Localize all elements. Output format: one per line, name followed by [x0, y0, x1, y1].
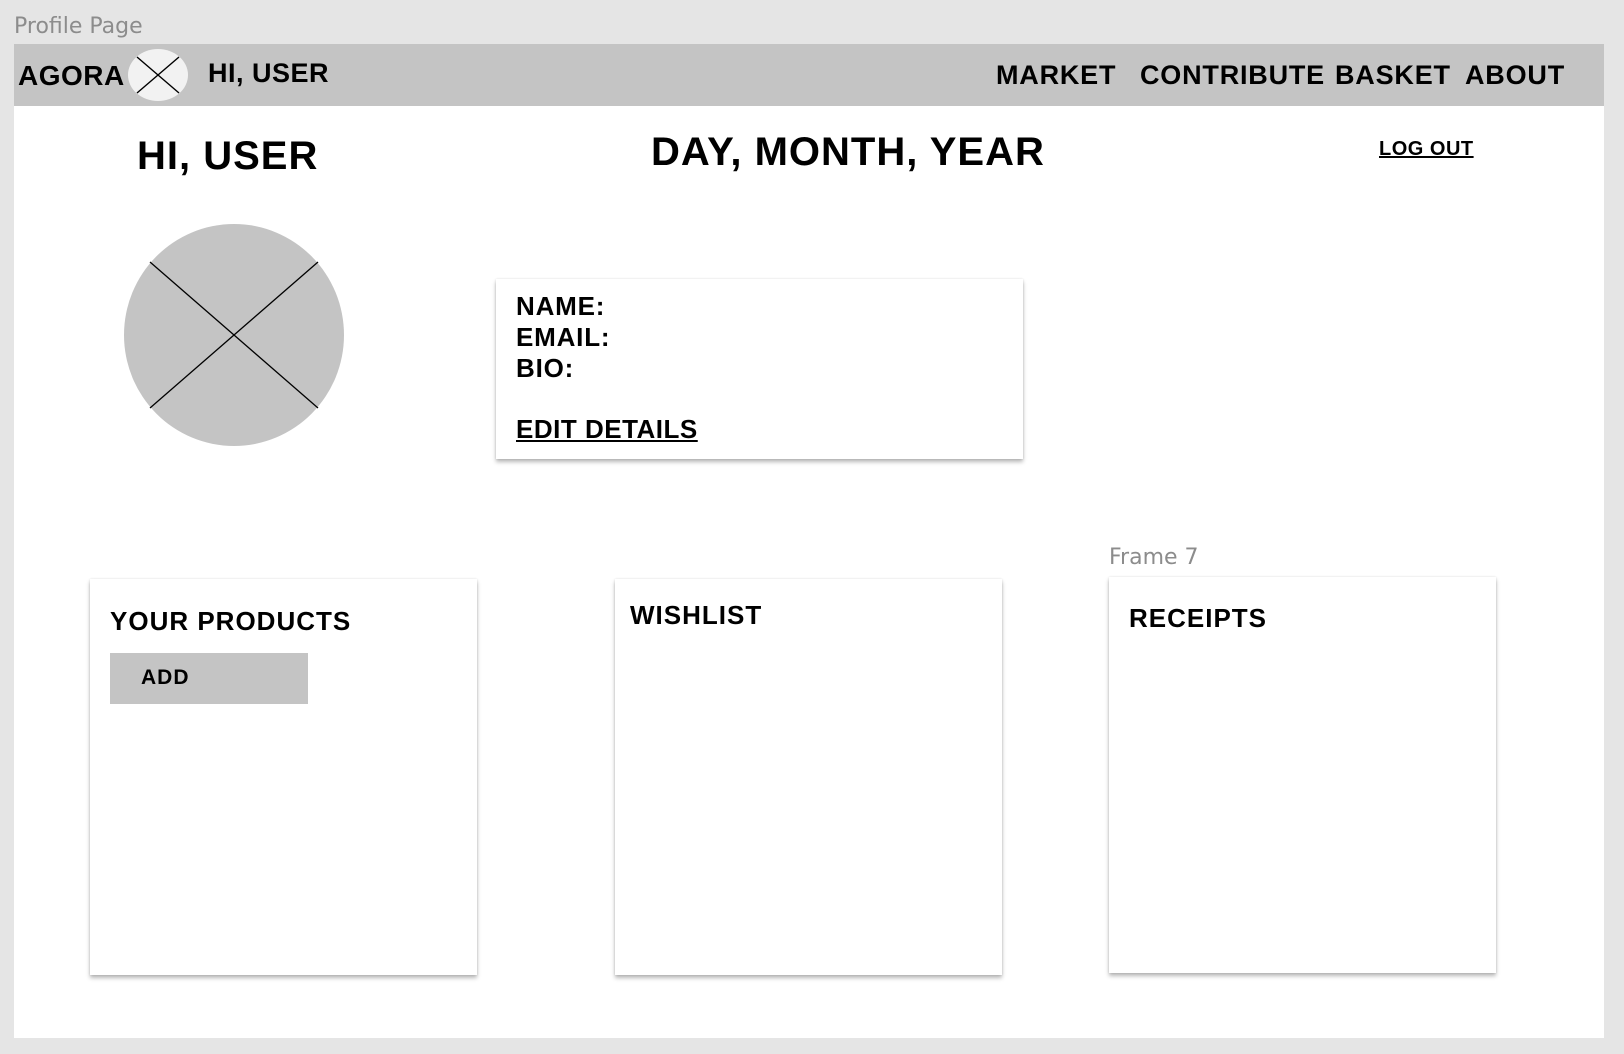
- nav-link-market[interactable]: MARKET: [996, 60, 1116, 91]
- receipts-title: RECEIPTS: [1129, 603, 1268, 633]
- nav-link-contribute[interactable]: CONTRIBUTE: [1140, 60, 1325, 91]
- nav-links: MARKET CONTRIBUTE BASKET ABOUT: [14, 60, 1604, 92]
- frame-7-label: Frame 7: [1109, 545, 1199, 570]
- page-greeting: HI, USER: [137, 134, 319, 178]
- profile-page: AGORA HI, USER MARKET CONTRIBUTE BASKET …: [14, 44, 1604, 1038]
- page-frame-label: Profile Page: [14, 14, 143, 39]
- current-date: DAY, MONTH, YEAR: [651, 130, 1045, 174]
- your-products-title: YOUR PRODUCTS: [110, 606, 352, 636]
- wishlist-title: WISHLIST: [630, 600, 763, 630]
- profile-details-card: NAME: EMAIL: BIO: EDIT DETAILS: [496, 279, 1023, 459]
- edit-details-link[interactable]: EDIT DETAILS: [516, 414, 698, 445]
- receipts-card: RECEIPTS: [1109, 577, 1496, 973]
- add-button-label: ADD: [141, 666, 190, 689]
- wishlist-card: WISHLIST: [615, 579, 1002, 975]
- logout-link[interactable]: LOG OUT: [1379, 138, 1474, 161]
- avatar-placeholder-icon[interactable]: [123, 223, 345, 447]
- navbar: AGORA HI, USER MARKET CONTRIBUTE BASKET …: [14, 44, 1604, 106]
- nav-link-basket[interactable]: BASKET: [1335, 60, 1451, 91]
- nav-link-about[interactable]: ABOUT: [1465, 60, 1565, 91]
- your-products-card: YOUR PRODUCTS ADD: [90, 579, 477, 975]
- bio-label: BIO:: [516, 353, 575, 383]
- email-label: EMAIL:: [516, 322, 611, 352]
- name-label: NAME:: [516, 291, 606, 321]
- add-product-button[interactable]: ADD: [110, 653, 308, 704]
